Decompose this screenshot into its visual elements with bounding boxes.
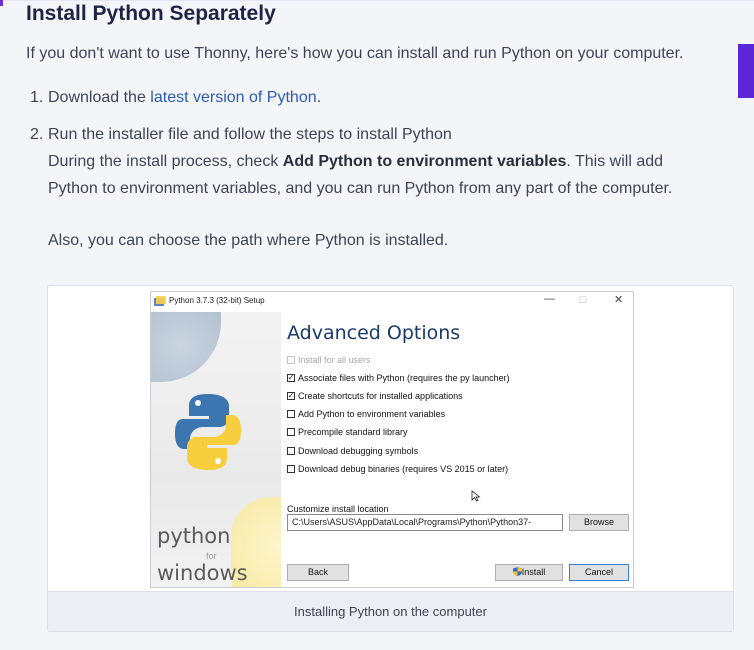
option-label: Download debugging symbols (298, 446, 419, 456)
section-heading: Install Python Separately (26, 2, 276, 25)
minimize-icon[interactable]: — (544, 293, 555, 305)
step-line-2-post: . This will add (566, 153, 664, 170)
mouse-cursor-icon (471, 490, 481, 502)
python-setup-icon (154, 296, 166, 306)
option-label: Precompile standard library (298, 427, 408, 437)
step-text-suffix: . (316, 89, 322, 106)
advanced-options-heading: Advanced Options (287, 322, 461, 344)
top-accent-mark (0, 0, 3, 6)
step-number: 1. (30, 89, 44, 106)
maximize-icon[interactable]: ☐ (579, 295, 587, 306)
step-text: Download the (48, 89, 151, 106)
checkbox-checked[interactable]: ✓ (287, 374, 295, 382)
checkbox[interactable] (287, 410, 295, 418)
step-1: 1. Download the latest version of Python. (30, 84, 321, 111)
install-path-note: Also, you can choose the path where Pyth… (48, 232, 449, 249)
step-2: 2. Run the installer file and follow the … (30, 121, 672, 202)
install-location-input[interactable]: C:\Users\ASUS\AppData\Local\Programs\Pyt… (287, 514, 563, 531)
option-label: Create shortcuts for installed applicati… (298, 391, 463, 401)
option-label: Download debug binaries (requires VS 201… (298, 464, 509, 474)
install-button[interactable]: Install (495, 564, 563, 581)
option-install-all-users[interactable]: Install for all users (287, 355, 371, 365)
option-precompile[interactable]: Precompile standard library (287, 427, 408, 437)
figure-caption: Installing Python on the computer (48, 591, 733, 631)
checkbox[interactable] (287, 356, 295, 364)
install-label: Install (521, 567, 546, 577)
python-logo-icon (175, 394, 241, 470)
brand-for-text: for (206, 551, 217, 561)
latest-python-link[interactable]: latest version of Python (150, 89, 316, 106)
back-button[interactable]: Back (287, 564, 349, 581)
banner-shape-top (151, 312, 221, 382)
side-tab[interactable] (738, 44, 754, 98)
option-debug-symbols[interactable]: Download debugging symbols (287, 446, 418, 456)
option-label: Associate files with Python (requires th… (298, 373, 510, 383)
option-create-shortcuts[interactable]: ✓ Create shortcuts for installed applicat… (287, 391, 463, 401)
python-banner: python for windows (151, 312, 281, 587)
close-icon[interactable]: ✕ (614, 293, 623, 306)
brand-windows-text: windows (157, 561, 248, 585)
step-number: 2. (30, 126, 44, 143)
brand-python-text: python (157, 524, 231, 548)
browse-button[interactable]: Browse (569, 514, 629, 531)
checkbox[interactable] (287, 428, 295, 436)
checkbox-checked[interactable]: ✓ (287, 392, 295, 400)
option-add-to-path[interactable]: Add Python to environment variables (287, 409, 445, 419)
option-associate-files[interactable]: ✓ Associate files with Python (requires t… (287, 373, 510, 383)
intro-text: If you don't want to use Thonny, here's … (26, 45, 684, 62)
step-line-3: Python to environment variables, and you… (48, 180, 673, 197)
screenshot-figure: Python 3.7.3 (32-bit) Setup — ☐ ✕ python… (47, 285, 734, 632)
option-label: Add Python to environment variables (298, 409, 446, 419)
cancel-button[interactable]: Cancel (569, 564, 629, 581)
step-line-2-bold: Add Python to environment variables (282, 153, 567, 170)
shield-icon (512, 567, 522, 576)
installer-window: Python 3.7.3 (32-bit) Setup — ☐ ✕ python… (150, 291, 634, 588)
window-titlebar: Python 3.7.3 (32-bit) Setup — ☐ ✕ (151, 292, 633, 312)
option-debug-binaries[interactable]: Download debug binaries (requires VS 201… (287, 464, 508, 474)
step-line-1: Run the installer file and follow the st… (48, 126, 452, 143)
top-divider (0, 0, 754, 1)
checkbox[interactable] (287, 447, 295, 455)
install-location-label: Customize install location (287, 504, 389, 514)
window-title: Python 3.7.3 (32-bit) Setup (169, 296, 265, 305)
step-line-2-pre: During the install process, check (48, 153, 283, 170)
option-label: Install for all users (298, 355, 371, 365)
checkbox[interactable] (287, 465, 295, 473)
